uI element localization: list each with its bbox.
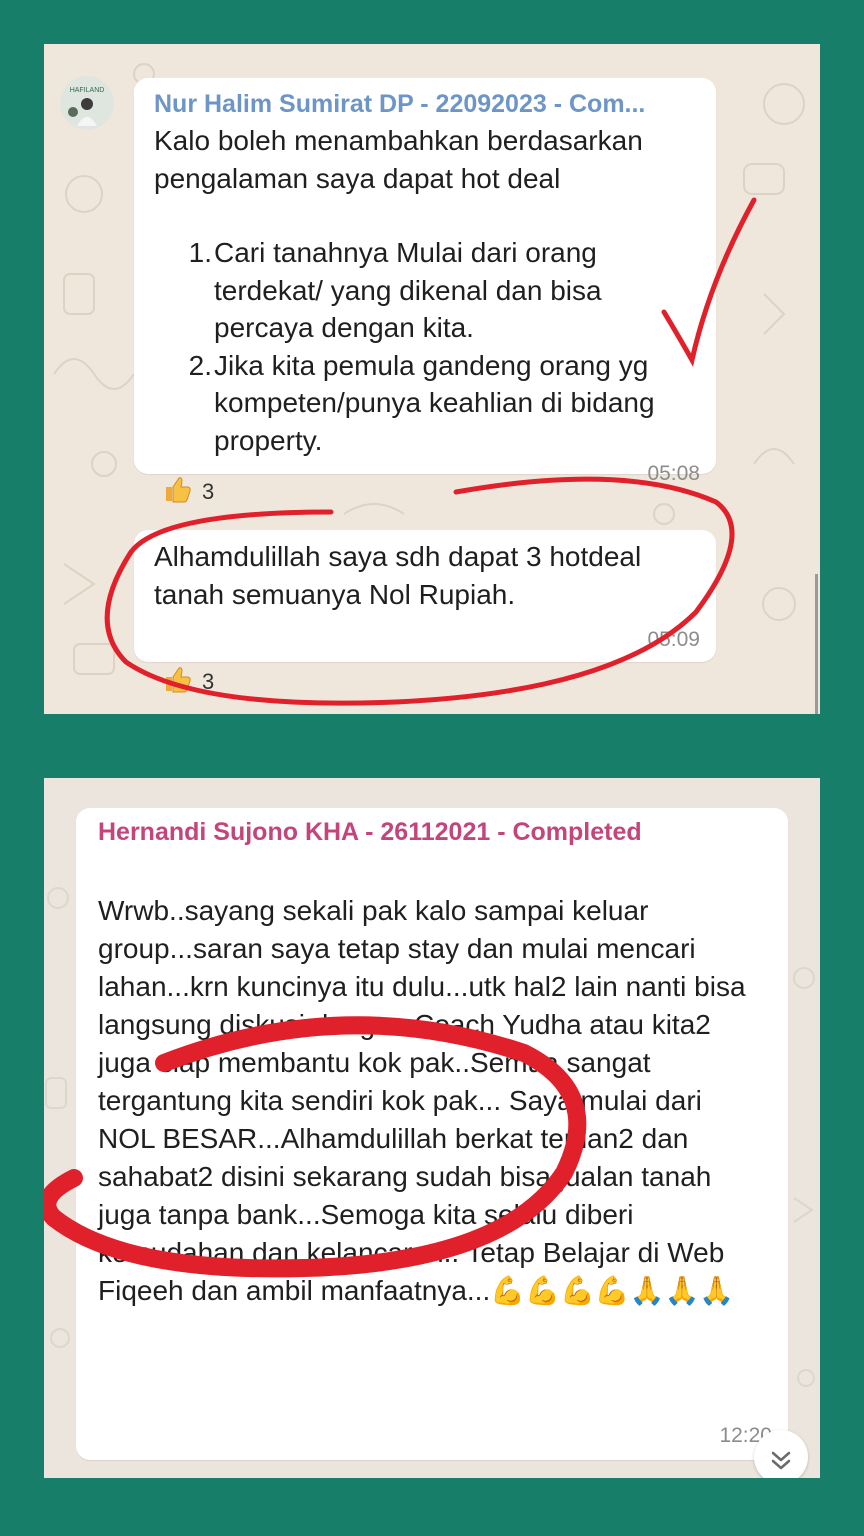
reaction-count: 3 bbox=[202, 479, 215, 504]
sender-name[interactable]: Nur Halim Sumirat DP - 22092023 - Com... bbox=[154, 90, 694, 119]
message-time: 05:09 bbox=[647, 628, 700, 651]
message-time: 05:08 bbox=[647, 462, 700, 485]
thumbs-up-icon bbox=[162, 664, 192, 700]
list-item: 2. Jika kita pemula gandeng orang yg kom… bbox=[154, 347, 704, 460]
list-text: Cari tanahnya Mulai dari orang terdekat/… bbox=[214, 237, 602, 343]
list-item: 1. Cari tanahnya Mulai dari orang terdek… bbox=[154, 234, 704, 347]
reaction-badge[interactable]: 3 bbox=[162, 474, 214, 510]
message-bubble[interactable]: Alhamdulillah saya sdh dapat 3 hotdeal t… bbox=[134, 530, 716, 662]
sender-name[interactable]: Hernandi Sujono KHA - 26112021 - Complet… bbox=[98, 818, 768, 847]
chevron-double-down-icon bbox=[754, 1451, 808, 1478]
message-text: Kalo boleh menambahkan berdasarkan penga… bbox=[154, 125, 643, 194]
scrollbar[interactable] bbox=[815, 574, 818, 714]
message-bubble[interactable]: Hernandi Sujono KHA - 26112021 - Complet… bbox=[76, 808, 788, 1460]
reaction-badge[interactable]: 3 bbox=[162, 664, 214, 700]
scroll-down-button[interactable] bbox=[754, 1430, 808, 1478]
message-bubble[interactable]: Nur Halim Sumirat DP - 22092023 - Com...… bbox=[134, 78, 716, 485]
svg-text:HAFILAND: HAFILAND bbox=[70, 87, 105, 94]
reaction-count: 3 bbox=[202, 669, 215, 694]
chat-screenshot-2: Hernandi Sujono KHA - 26112021 - Complet… bbox=[44, 778, 820, 1478]
message-text: Alhamdulillah saya sdh dapat 3 hotdeal t… bbox=[154, 541, 642, 610]
list-text: Jika kita pemula gandeng orang yg kompet… bbox=[214, 349, 655, 456]
message-text: Wrwb..sayang sekali pak kalo sampai kelu… bbox=[98, 895, 746, 1306]
sender-avatar[interactable]: HAFILAND bbox=[60, 76, 114, 130]
chat-screenshot-1: HAFILAND Nur Halim Sumirat DP - 22092023… bbox=[44, 44, 820, 714]
message-list: 1. Cari tanahnya Mulai dari orang terdek… bbox=[154, 234, 704, 459]
thumbs-up-icon bbox=[162, 474, 192, 510]
list-number: 1. bbox=[188, 237, 212, 268]
list-number: 2. bbox=[188, 349, 212, 381]
